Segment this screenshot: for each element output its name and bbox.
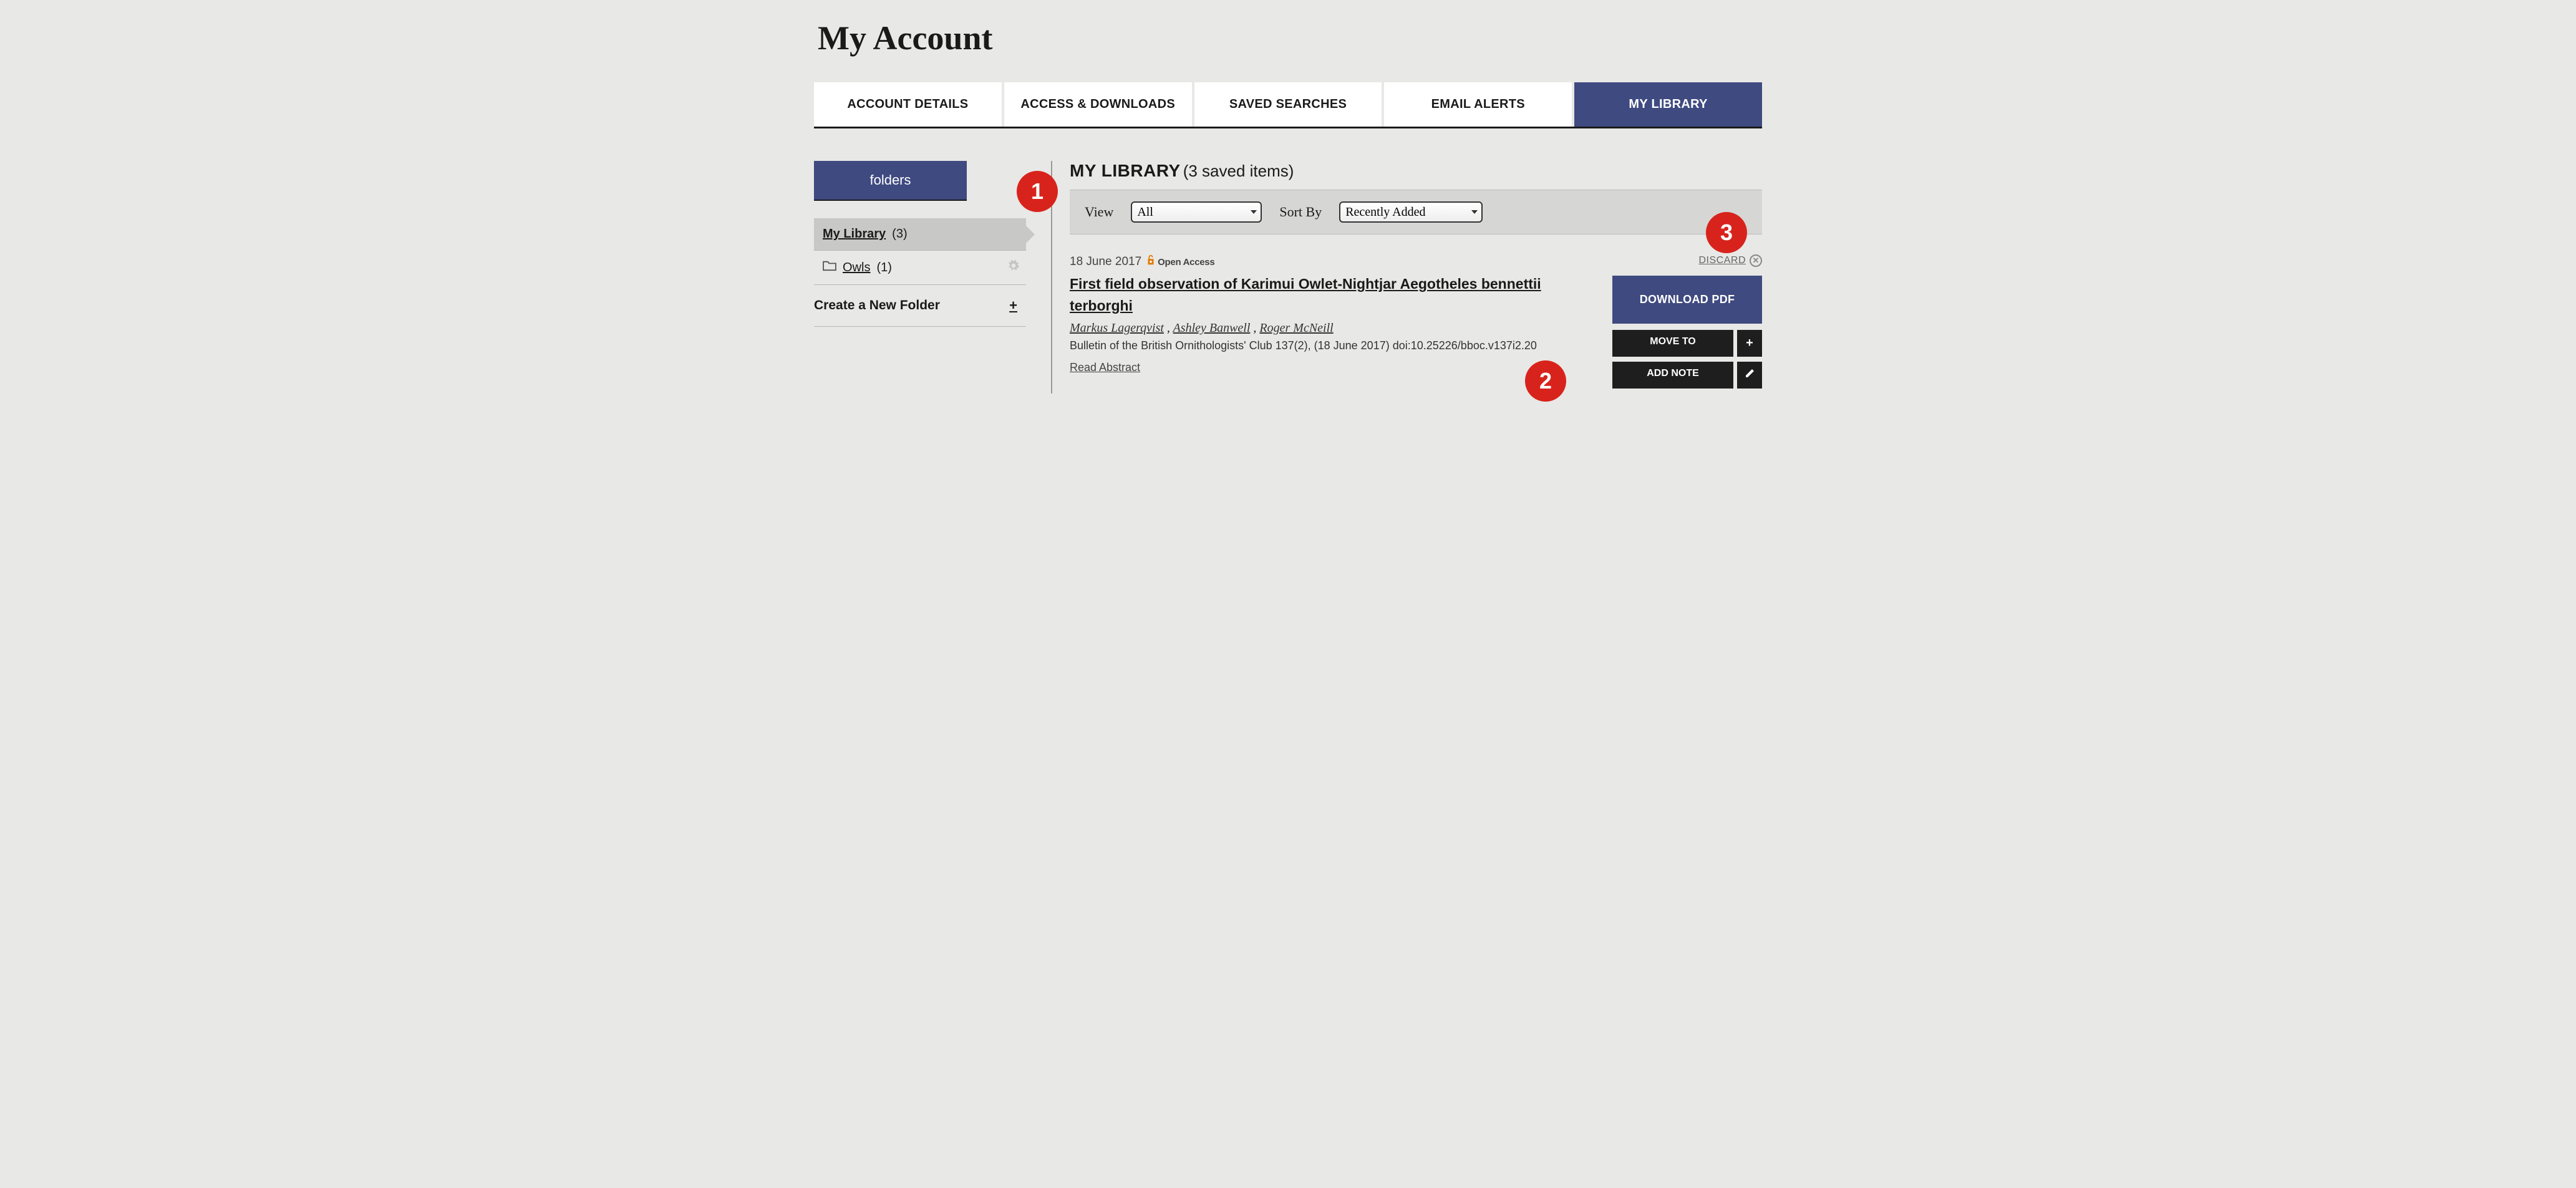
folder-icon xyxy=(823,260,836,275)
plus-icon: + xyxy=(1007,297,1020,314)
gear-icon[interactable] xyxy=(1007,259,1020,276)
add-note-button[interactable]: ADD NOTE xyxy=(1612,362,1733,389)
tab-my-library[interactable]: MY LIBRARY xyxy=(1574,82,1762,127)
tab-access-downloads[interactable]: ACCESS & DOWNLOADS xyxy=(1004,82,1192,127)
sidebar-tab-folders[interactable]: folders xyxy=(814,161,967,201)
tab-email-alerts[interactable]: EMAIL ALERTS xyxy=(1384,82,1572,127)
open-access-text: Open Access xyxy=(1158,257,1214,268)
folder-label: Owls xyxy=(843,261,870,275)
item-date: 18 June 2017 xyxy=(1070,255,1141,269)
account-tabs: ACCOUNT DETAILS ACCESS & DOWNLOADS SAVED… xyxy=(814,82,1762,128)
open-access-badge: Open Access xyxy=(1146,254,1214,269)
item-title-link[interactable]: First field observation of Karimui Owlet… xyxy=(1070,273,1600,316)
sort-label: Sort By xyxy=(1279,204,1322,220)
download-pdf-button[interactable]: DOWNLOAD PDF xyxy=(1612,276,1762,324)
item-citation: Bulletin of the British Ornithologists' … xyxy=(1070,339,1600,352)
author-link[interactable]: Markus Lagerqvist xyxy=(1070,321,1164,335)
move-to-button[interactable]: MOVE TO xyxy=(1612,330,1733,357)
sidebar-item-owls[interactable]: Owls (1) xyxy=(814,251,1026,285)
main-heading-count: (3 saved items) xyxy=(1183,162,1294,181)
discard-button[interactable]: DISCARD xyxy=(1698,255,1746,266)
tab-account-details[interactable]: ACCOUNT DETAILS xyxy=(814,82,1002,127)
view-select[interactable]: All xyxy=(1131,201,1262,223)
close-icon[interactable]: ✕ xyxy=(1750,254,1762,267)
main-heading: MY LIBRARY xyxy=(1070,161,1181,181)
pencil-icon xyxy=(1745,368,1755,382)
folder-count: (1) xyxy=(876,261,891,275)
folder-count: (3) xyxy=(892,227,907,241)
move-to-plus-button[interactable]: + xyxy=(1737,330,1762,357)
author-link[interactable]: Ashley Banwell xyxy=(1173,321,1251,335)
item-authors: Markus Lagerqvist , Ashley Banwell , Rog… xyxy=(1070,321,1600,336)
sort-select[interactable]: Recently Added xyxy=(1339,201,1483,223)
author-link[interactable]: Roger McNeill xyxy=(1259,321,1333,335)
sidebar: folders My Library (3) Owls (1) xyxy=(814,161,1026,394)
callout-2: 2 xyxy=(1525,360,1566,402)
folder-label: My Library xyxy=(823,227,886,241)
create-folder-button[interactable]: Create a New Folder + xyxy=(814,285,1026,327)
open-access-lock-icon xyxy=(1146,254,1155,269)
filter-bar: View All Sort By Recently Added xyxy=(1070,190,1762,234)
page-title: My Account xyxy=(818,19,1762,57)
main-content: MY LIBRARY (3 saved items) View All Sort… xyxy=(1051,161,1762,394)
callout-1: 1 xyxy=(1017,171,1058,212)
edit-note-button[interactable] xyxy=(1737,362,1762,389)
callout-3: 3 xyxy=(1706,212,1747,253)
sidebar-item-my-library[interactable]: My Library (3) xyxy=(814,218,1026,251)
view-label: View xyxy=(1085,204,1113,220)
create-folder-label: Create a New Folder xyxy=(814,298,940,313)
tab-saved-searches[interactable]: SAVED SEARCHES xyxy=(1194,82,1382,127)
read-abstract-link[interactable]: Read Abstract xyxy=(1070,361,1140,374)
